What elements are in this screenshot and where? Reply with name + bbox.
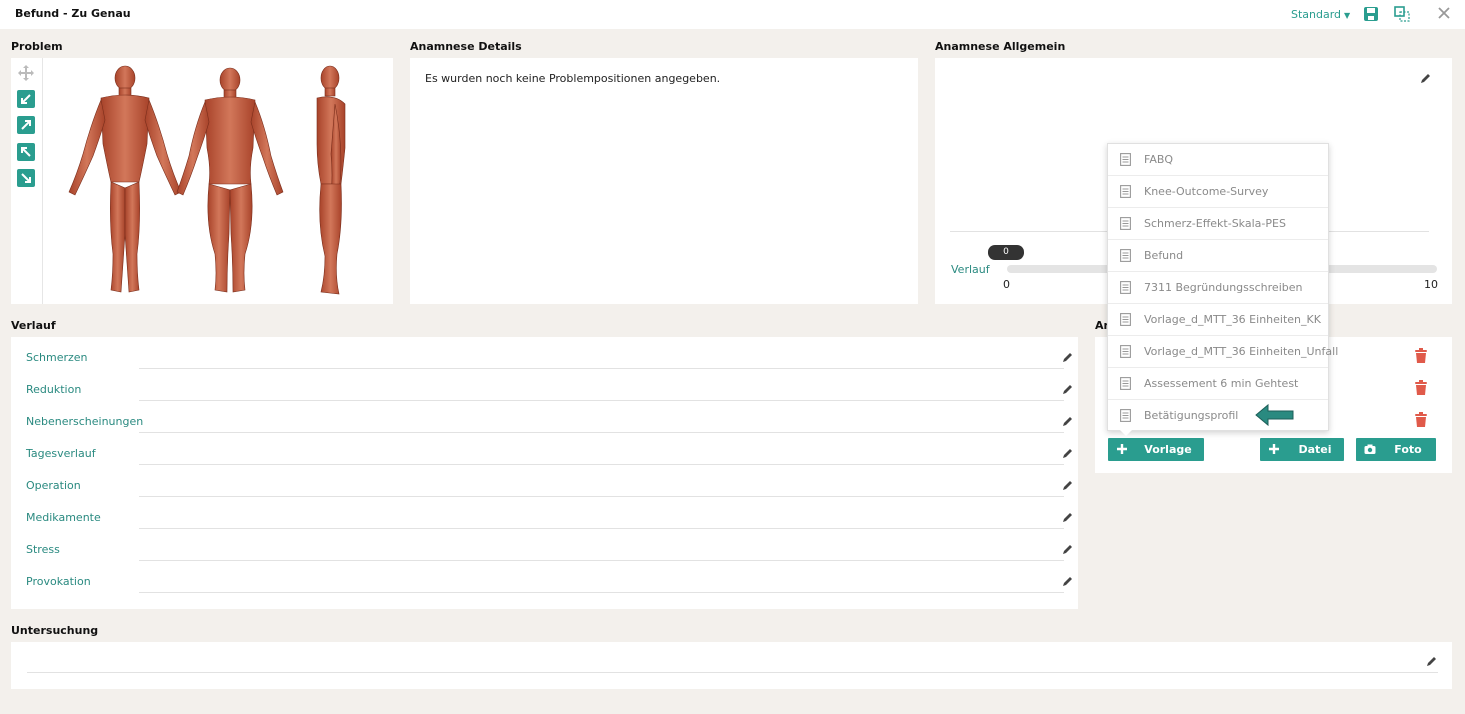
arrow-left-icon <box>1255 403 1294 427</box>
anamnese-details-panel: Es wurden noch keine Problempositionen a… <box>410 58 918 304</box>
trash-icon[interactable] <box>1414 412 1428 428</box>
document-icon <box>1120 345 1131 358</box>
anamnese-details-heading: Anamnese Details <box>410 40 522 53</box>
verlauf-heading: Verlauf <box>11 319 56 332</box>
untersuchung-panel <box>11 642 1452 689</box>
untersuchung-heading: Untersuchung <box>11 624 99 637</box>
close-icon[interactable] <box>1437 6 1453 22</box>
document-icon <box>1120 281 1131 294</box>
problem-panel <box>11 58 393 304</box>
page-title: Befund - Zu Genau <box>15 7 131 20</box>
document-icon <box>1120 153 1131 166</box>
template-menu-item-label: Knee-Outcome-Survey <box>1144 185 1269 198</box>
document-icon <box>1120 249 1131 262</box>
add-photo-label: Foto <box>1394 443 1422 456</box>
verlauf-item-label: Provokation <box>26 575 91 588</box>
document-icon <box>1120 409 1131 422</box>
template-dropdown: FABQ Knee-Outcome-Survey Schmerz-Effekt-… <box>1107 143 1338 431</box>
verlauf-panel: Schmerzen Reduktion Nebenerscheinungen T… <box>11 337 1078 609</box>
template-menu-item-label: Schmerz-Effekt-Skala-PES <box>1144 217 1286 230</box>
template-menu-item-label: Befund <box>1144 249 1184 262</box>
view-select-label: Standard <box>1291 8 1342 21</box>
verlauf-item-label: Operation <box>26 479 81 492</box>
template-menu-item-label: Betätigungsprofil <box>1144 409 1239 422</box>
trash-icon[interactable] <box>1414 380 1428 396</box>
template-menu-item[interactable]: Vorlage_d_MTT_36 Einheiten_KK <box>1108 304 1328 336</box>
verlauf-item-label: Medikamente <box>26 511 101 524</box>
chevron-down-icon: ▼ <box>1344 11 1351 20</box>
add-template-label: Vorlage <box>1144 443 1192 456</box>
verlauf-item-label: Schmerzen <box>26 351 88 364</box>
template-menu-item[interactable]: Knee-Outcome-Survey <box>1108 176 1328 208</box>
pencil-icon[interactable] <box>1062 447 1074 459</box>
template-menu-item[interactable]: Vorlage_d_MTT_36 Einheiten_Unfall <box>1108 336 1338 368</box>
pencil-icon[interactable] <box>1062 543 1074 555</box>
verlauf-item[interactable]: Nebenerscheinungen <box>26 401 1072 433</box>
toolbar-divider <box>42 58 43 304</box>
pencil-icon[interactable] <box>1062 479 1074 491</box>
add-file-label: Datei <box>1298 443 1332 456</box>
slider-value-bubble[interactable]: 0 <box>988 245 1024 260</box>
problem-heading: Problem <box>11 40 63 53</box>
view-select[interactable]: Standard ▼ <box>1291 8 1350 21</box>
move-icon[interactable] <box>18 65 34 81</box>
divider-line <box>27 672 1438 673</box>
slider-max-label: 10 <box>1424 278 1438 291</box>
verlauf-item-label: Stress <box>26 543 60 556</box>
trash-icon[interactable] <box>1414 348 1428 364</box>
pencil-icon[interactable] <box>1062 415 1074 427</box>
document-icon <box>1120 313 1131 326</box>
body-anatomy-image[interactable] <box>55 64 375 300</box>
pencil-icon[interactable] <box>1420 72 1432 84</box>
template-menu-item-label: FABQ <box>1144 153 1174 166</box>
arrow-down-right-icon[interactable] <box>17 169 35 187</box>
verlauf-item[interactable]: Tagesverlauf <box>26 433 1072 465</box>
pencil-icon[interactable] <box>1062 383 1074 395</box>
verlauf-item-label: Reduktion <box>26 383 82 396</box>
document-icon <box>1120 217 1131 230</box>
template-menu-item[interactable]: Schmerz-Effekt-Skala-PES <box>1108 208 1328 240</box>
pencil-icon[interactable] <box>1062 575 1074 587</box>
pencil-icon[interactable] <box>1426 655 1438 667</box>
anamnese-allgemein-heading: Anamnese Allgemein <box>935 40 1066 53</box>
slider-min-label: 0 <box>1003 278 1010 291</box>
template-menu-item-label: Vorlage_d_MTT_36 Einheiten_KK <box>1144 313 1321 326</box>
copy-layout-icon[interactable] <box>1394 6 1410 22</box>
verlauf-item-label: Tagesverlauf <box>26 447 96 460</box>
template-menu-item-label: 7311 Begründungsschreiben <box>1144 281 1303 294</box>
document-icon <box>1120 377 1131 390</box>
pencil-icon[interactable] <box>1062 511 1074 523</box>
verlauf-item-label: Nebenerscheinungen <box>26 415 144 428</box>
arrow-down-left-icon[interactable] <box>17 90 35 108</box>
template-menu-item[interactable]: FABQ <box>1108 144 1328 176</box>
arrow-up-left-icon[interactable] <box>17 143 35 161</box>
verlauf-item[interactable]: Medikamente <box>26 497 1072 529</box>
dropdown-pointer <box>1120 430 1132 436</box>
template-menu-item[interactable]: Assessement 6 min Gehtest <box>1108 368 1328 400</box>
verlauf-item[interactable]: Provokation <box>26 561 1072 593</box>
add-template-button[interactable]: Vorlage <box>1108 438 1204 461</box>
add-photo-button[interactable]: Foto <box>1356 438 1436 461</box>
template-menu-item[interactable]: Befund <box>1108 240 1328 272</box>
document-icon <box>1120 185 1131 198</box>
verlauf-item[interactable]: Operation <box>26 465 1072 497</box>
slider-label: Verlauf <box>951 263 990 276</box>
top-bar: Befund - Zu Genau Standard ▼ <box>0 0 1465 29</box>
verlauf-item[interactable]: Reduktion <box>26 369 1072 401</box>
save-icon[interactable] <box>1363 6 1379 22</box>
template-menu-item-label: Assessement 6 min Gehtest <box>1144 377 1299 390</box>
no-problems-text: Es wurden noch keine Problempositionen a… <box>425 72 721 85</box>
arrow-up-right-icon[interactable] <box>17 116 35 134</box>
verlauf-item[interactable]: Schmerzen <box>26 337 1072 369</box>
add-file-button[interactable]: Datei <box>1260 438 1344 461</box>
template-menu-item-label: Vorlage_d_MTT_36 Einheiten_Unfall <box>1144 345 1339 358</box>
verlauf-item[interactable]: Stress <box>26 529 1072 561</box>
template-menu-item[interactable]: 7311 Begründungsschreiben <box>1108 272 1328 304</box>
pencil-icon[interactable] <box>1062 351 1074 363</box>
